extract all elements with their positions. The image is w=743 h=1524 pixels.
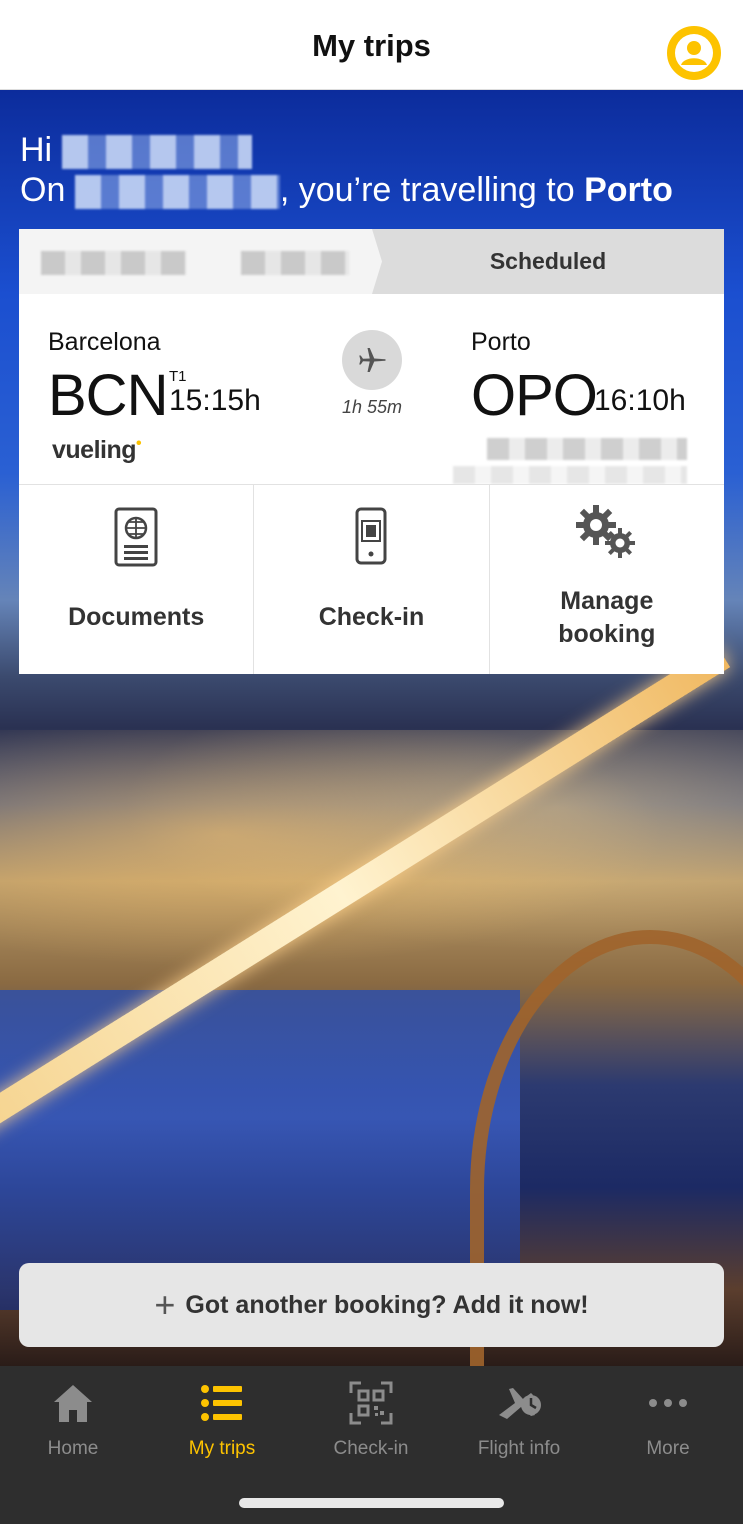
mobile-boarding-pass-icon: [355, 507, 387, 565]
tab-more[interactable]: More: [598, 1380, 738, 1460]
tab-my-trips-label: My trips: [188, 1438, 256, 1459]
origin-time: 15:15h: [169, 384, 261, 417]
add-booking-label: Got another booking? Add it now!: [185, 1290, 589, 1319]
greeting: Hi On , you’re travelling to Porto: [20, 130, 673, 210]
flight-duration: 1h 55m: [341, 397, 403, 417]
plane-badge: [342, 330, 402, 390]
greeting-text: , you’re travelling to: [279, 171, 585, 210]
add-booking-button[interactable]: + Got another booking? Add it now!: [19, 1263, 724, 1347]
redacted-date-ref: [241, 251, 349, 275]
gears-icon: [575, 505, 635, 558]
plane-icon: [359, 348, 386, 372]
top-bar: My trips: [0, 0, 743, 90]
checkin-label: Check-in: [318, 603, 425, 631]
home-icon: [54, 1385, 92, 1422]
manage-booking-button[interactable]: Manage booking: [488, 485, 724, 674]
tab-home[interactable]: Home: [3, 1380, 143, 1460]
status-badge: Scheduled: [372, 229, 724, 294]
greeting-on: On: [20, 171, 66, 210]
user-circle-icon: [675, 34, 713, 72]
home-indicator: [239, 1498, 504, 1508]
flight-route: Barcelona BCN T1 15:15h 1h 55m Porto OPO…: [19, 294, 724, 484]
origin-city: Barcelona: [48, 328, 161, 356]
origin-code: BCN: [48, 363, 168, 428]
redacted-extra: [453, 466, 687, 484]
redacted-booking-ref: [41, 251, 186, 275]
manage-booking-label: Manage booking: [558, 587, 656, 648]
airline-name: vueling: [52, 436, 137, 464]
tab-flight-info[interactable]: Flight info: [449, 1380, 589, 1460]
more-icon: [649, 1399, 687, 1407]
checkin-button[interactable]: Check-in: [253, 485, 489, 674]
profile-button[interactable]: [667, 26, 721, 80]
airline-logo: vueling•: [52, 435, 142, 464]
tab-checkin[interactable]: Check-in: [301, 1380, 441, 1460]
trip-actions: Documents Check-in Manage booking: [19, 484, 724, 674]
tab-my-trips[interactable]: My trips: [152, 1380, 292, 1460]
destination-code: OPO: [471, 363, 598, 428]
page-title: My trips: [312, 28, 431, 63]
redacted-name: [61, 135, 252, 170]
tab-home-label: Home: [47, 1438, 99, 1459]
greeting-hi: Hi: [20, 131, 53, 169]
origin-terminal: T1: [169, 368, 187, 385]
list-icon: [201, 1385, 242, 1421]
destination-time: 16:10h: [594, 384, 686, 417]
destination-city: Porto: [471, 328, 531, 356]
passport-icon: [114, 507, 158, 567]
tab-more-label: More: [646, 1438, 690, 1459]
documents-label: Documents: [68, 603, 205, 631]
tab-flight-info-label: Flight info: [477, 1438, 561, 1459]
redacted-date: [74, 175, 280, 210]
trip-card-header: Scheduled: [19, 229, 724, 294]
tab-checkin-label: Check-in: [333, 1438, 409, 1459]
documents-button[interactable]: Documents: [19, 485, 254, 674]
trip-card[interactable]: Scheduled Barcelona BCN T1 15:15h 1h 55m…: [19, 229, 724, 674]
qr-code-icon: [349, 1381, 393, 1425]
flight-clock-icon: [499, 1388, 541, 1419]
greeting-destination: Porto: [584, 171, 673, 210]
plus-icon: +: [154, 1284, 176, 1325]
redacted-flight-number: [487, 438, 687, 460]
